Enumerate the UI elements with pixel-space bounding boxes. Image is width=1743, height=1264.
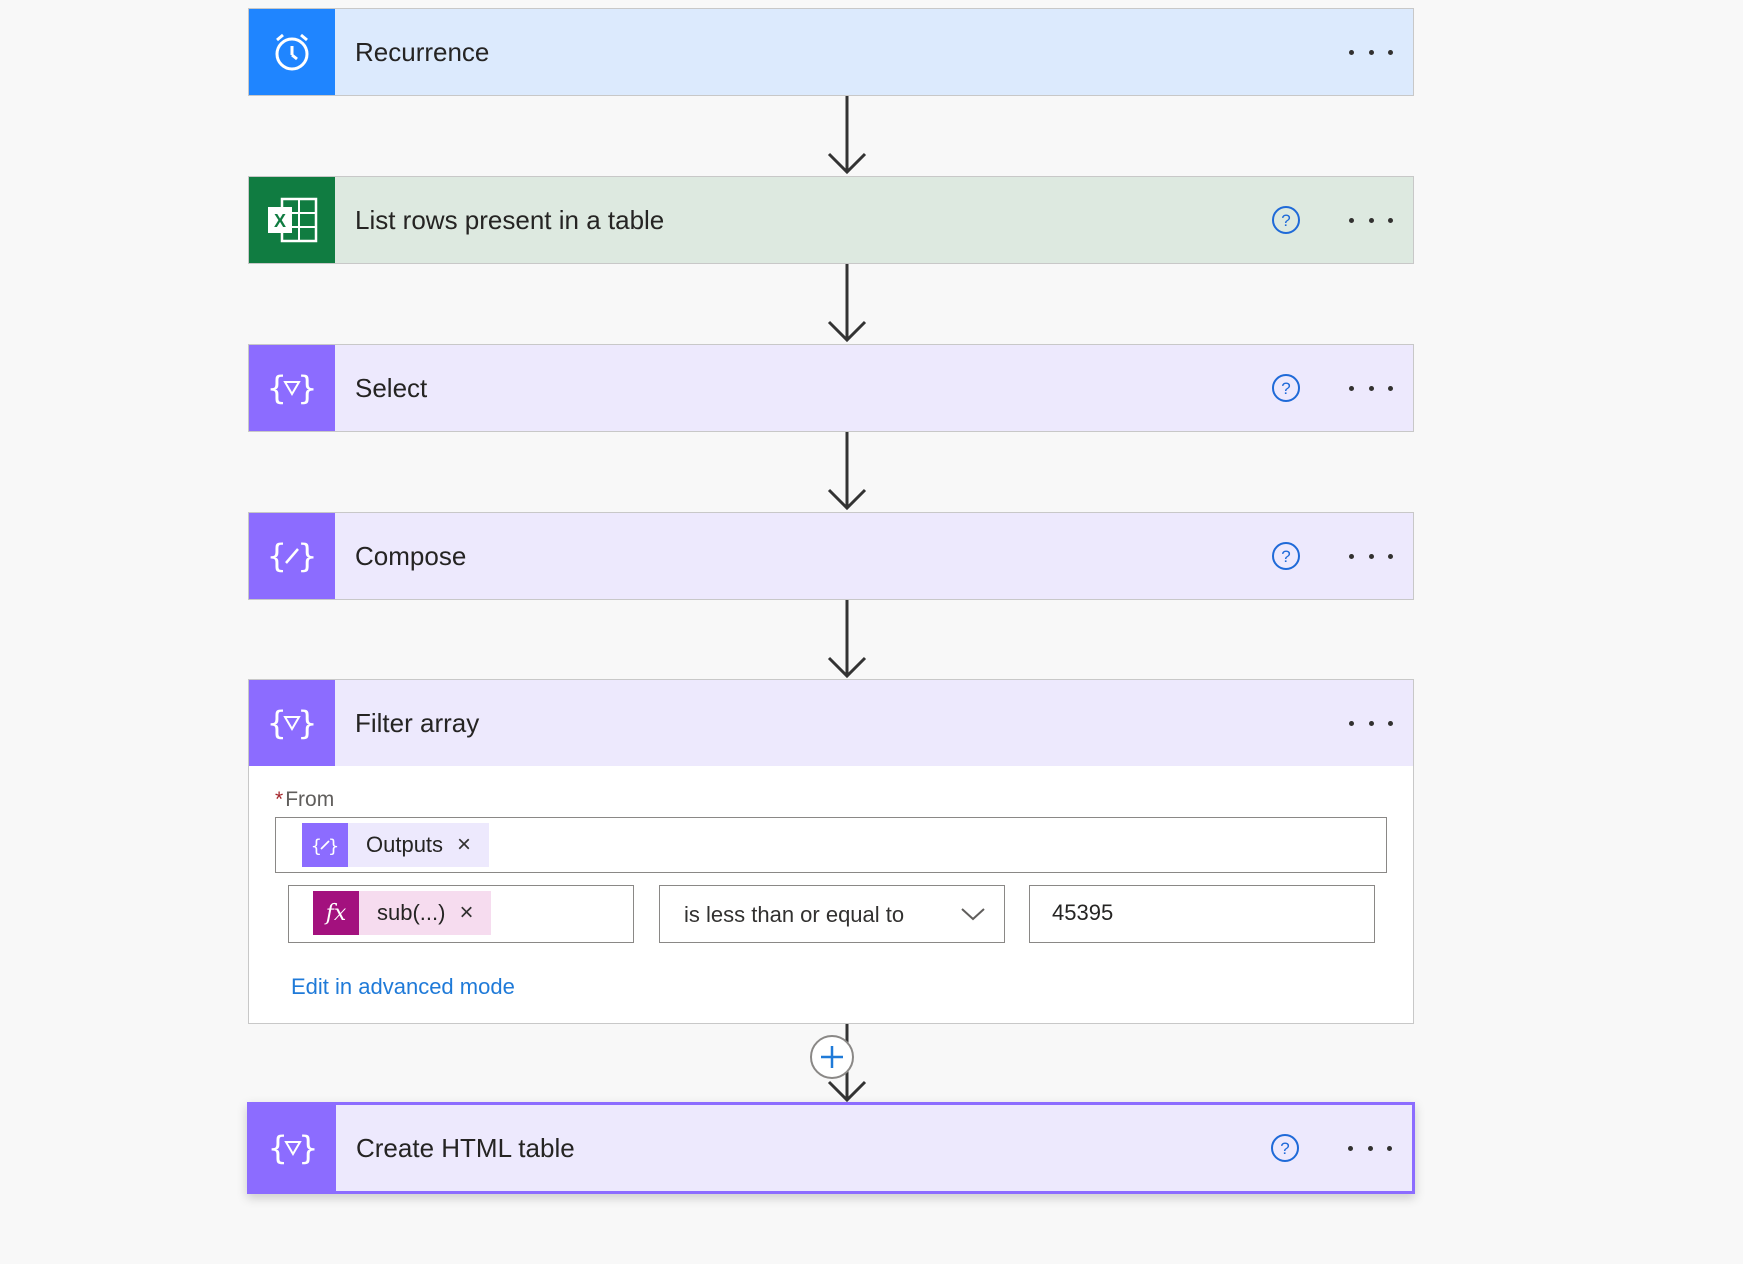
svg-text:{ }: { }: [267, 369, 317, 407]
data-operation-icon: { }: [250, 1105, 336, 1191]
from-field[interactable]: { } Outputs ×: [275, 817, 1387, 873]
more-dot: [1387, 1145, 1392, 1151]
more-dot: [1368, 720, 1374, 726]
expression-token[interactable]: fx sub(...) ×: [313, 891, 492, 935]
svg-text:?: ?: [1281, 211, 1290, 230]
svg-text:?: ?: [1281, 547, 1290, 566]
step-card-create-html-table[interactable]: { } Create HTML table ?: [247, 1102, 1415, 1194]
clock-icon: [249, 9, 335, 95]
more-dot: [1368, 217, 1374, 223]
outputs-token[interactable]: { } Outputs ×: [302, 823, 490, 867]
data-operation-icon: { }: [249, 345, 335, 431]
svg-text:{ }: { }: [267, 704, 317, 742]
help-icon[interactable]: ?: [1271, 373, 1301, 403]
more-dot: [1368, 553, 1374, 559]
operator-dropdown[interactable]: is less than or equal to: [659, 885, 1005, 943]
token-label: Outputs: [366, 832, 444, 857]
more-dot: [1348, 1145, 1353, 1151]
card-header[interactable]: X List rows present in a table ?: [249, 177, 1413, 263]
more-dot: [1388, 385, 1393, 391]
more-dot: [1368, 49, 1374, 55]
filter-array-body: *From { } Outputs × fx sub(...) × is les…: [249, 766, 1413, 1023]
step-card-select[interactable]: { } Select ?: [248, 344, 1414, 432]
from-label-text: From: [285, 788, 335, 811]
help-icon[interactable]: ?: [1271, 205, 1301, 235]
more-dot: [1349, 217, 1354, 223]
more-options-button[interactable]: [1349, 708, 1393, 738]
more-dot: [1388, 553, 1393, 559]
compose-icon: { }: [249, 513, 335, 599]
more-options-button[interactable]: [1349, 205, 1393, 235]
remove-token-icon[interactable]: ×: [457, 831, 471, 859]
connector-arrow: [827, 264, 867, 343]
more-dot: [1349, 720, 1354, 726]
more-dot: [1349, 49, 1354, 55]
token-label: sub(...): [377, 900, 446, 925]
step-card-recurrence[interactable]: Recurrence: [248, 8, 1414, 96]
svg-text:?: ?: [1281, 379, 1290, 398]
svg-text:{ }: { }: [311, 836, 340, 857]
card-header[interactable]: Recurrence: [249, 9, 1413, 95]
more-dot: [1388, 49, 1393, 55]
step-title: Compose: [355, 540, 467, 571]
more-dot: [1388, 217, 1393, 223]
more-options-button[interactable]: [1349, 373, 1393, 403]
more-options-button[interactable]: [1349, 541, 1393, 571]
more-dot: [1367, 1145, 1373, 1151]
condition-left-operand[interactable]: fx sub(...) ×: [288, 885, 634, 943]
excel-icon: X: [249, 177, 335, 263]
connector-arrow: [827, 96, 867, 175]
more-options-button[interactable]: [1349, 37, 1393, 67]
connector-arrow: [827, 600, 867, 679]
svg-text:{ }: { }: [268, 1129, 318, 1167]
condition-value-field[interactable]: 45395: [1029, 885, 1375, 943]
card-header[interactable]: { } Create HTML table ?: [250, 1105, 1412, 1191]
more-dot: [1388, 720, 1393, 726]
step-title: List rows present in a table: [355, 204, 665, 235]
help-icon[interactable]: ?: [1270, 1133, 1300, 1163]
more-dot: [1349, 553, 1354, 559]
operator-selected: is less than or equal to: [684, 902, 905, 927]
step-title: Create HTML table: [356, 1132, 575, 1163]
step-title: Recurrence: [355, 36, 490, 67]
card-header[interactable]: { } Filter array: [249, 680, 1413, 766]
connector-arrow: [827, 432, 867, 511]
card-header[interactable]: { } Select ?: [249, 345, 1413, 431]
help-icon[interactable]: ?: [1271, 541, 1301, 571]
more-options-button[interactable]: [1348, 1133, 1392, 1163]
from-label: *From: [275, 788, 334, 812]
step-card-filter-array[interactable]: { } Filter array *From { } Outputs × fx …: [248, 679, 1414, 1024]
edit-advanced-mode-link[interactable]: Edit in advanced mode: [291, 974, 515, 1000]
step-card-list-rows[interactable]: X List rows present in a table ?: [248, 176, 1414, 264]
required-asterisk: *: [275, 788, 284, 811]
function-fx-icon: fx: [313, 891, 359, 935]
remove-token-icon[interactable]: ×: [459, 899, 473, 927]
condition-value: 45395: [1052, 900, 1114, 925]
svg-text:?: ?: [1280, 1139, 1289, 1158]
insert-step-plus-icon[interactable]: [809, 1034, 855, 1080]
data-operation-icon: { }: [249, 680, 335, 766]
svg-text:X: X: [274, 211, 286, 231]
step-card-compose[interactable]: { } Compose ?: [248, 512, 1414, 600]
step-title: Select: [355, 372, 428, 403]
more-dot: [1349, 385, 1354, 391]
card-header[interactable]: { } Compose ?: [249, 513, 1413, 599]
compose-icon: { }: [302, 823, 348, 867]
chevron-down-icon: [961, 908, 985, 921]
step-title: Filter array: [355, 707, 480, 738]
more-dot: [1368, 385, 1374, 391]
